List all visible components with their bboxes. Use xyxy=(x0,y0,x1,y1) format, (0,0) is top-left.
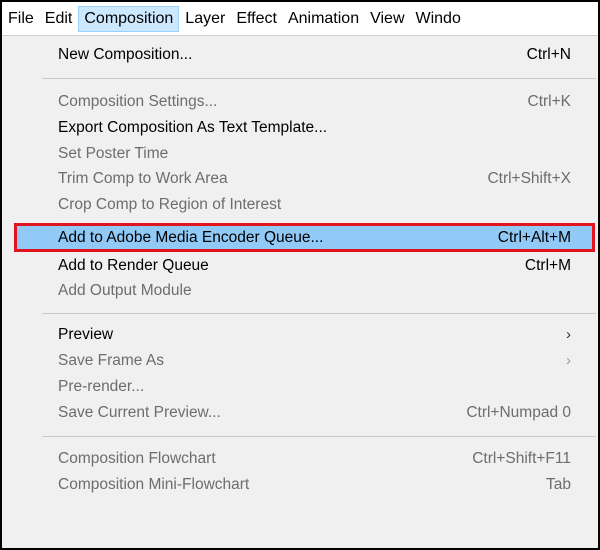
menu-item-label: Export Composition As Text Template... xyxy=(58,119,328,136)
menu-item-label: Composition Flowchart xyxy=(58,450,216,467)
menu-separator xyxy=(42,78,596,79)
menu-item-add-to-media-encoder[interactable]: Add to Adobe Media Encoder Queue... Ctrl… xyxy=(58,226,571,250)
menu-effect[interactable]: Effect xyxy=(231,6,282,32)
menu-window[interactable]: Windo xyxy=(411,6,466,32)
composition-dropdown-menu: New Composition... Ctrl+N Composition Se… xyxy=(2,35,598,548)
menu-item-preview[interactable]: Preview › xyxy=(58,323,571,347)
menu-item-save-current-preview[interactable]: Save Current Preview... Ctrl+Numpad 0 xyxy=(58,401,571,425)
menu-item-pre-render[interactable]: Pre-render... xyxy=(58,375,571,399)
menu-item-shortcut: Ctrl+N xyxy=(526,46,571,63)
menu-view[interactable]: View xyxy=(365,6,409,32)
menu-item-label: Add to Render Queue xyxy=(58,257,209,274)
menu-edit[interactable]: Edit xyxy=(40,6,78,32)
menu-layer[interactable]: Layer xyxy=(180,6,230,32)
menu-item-label: Save Current Preview... xyxy=(58,404,221,421)
menu-item-shortcut: Ctrl+Shift+F11 xyxy=(472,450,571,467)
menu-item-label: New Composition... xyxy=(58,46,193,63)
menu-item-save-frame-as[interactable]: Save Frame As › xyxy=(58,349,571,373)
menu-item-label: Composition Settings... xyxy=(58,93,218,110)
menu-item-shortcut: Ctrl+M xyxy=(524,257,571,274)
menu-item-label: Composition Mini-Flowchart xyxy=(58,476,250,493)
menu-item-new-composition[interactable]: New Composition... Ctrl+N xyxy=(58,43,571,67)
menu-file[interactable]: File xyxy=(3,6,39,32)
menu-item-composition-mini-flowchart[interactable]: Composition Mini-Flowchart Tab xyxy=(58,473,571,497)
menu-separator xyxy=(42,436,596,437)
chevron-right-icon: › xyxy=(566,326,571,343)
menu-item-composition-flowchart[interactable]: Composition Flowchart Ctrl+Shift+F11 xyxy=(58,447,571,471)
menu-item-shortcut: Tab xyxy=(546,476,571,493)
menu-item-export-text-template[interactable]: Export Composition As Text Template... xyxy=(58,116,571,140)
menu-item-label: Pre-render... xyxy=(58,378,145,395)
chevron-right-icon: › xyxy=(566,352,571,369)
app-window: File Edit Composition Layer Effect Anima… xyxy=(0,0,600,550)
menu-item-shortcut: Ctrl+Shift+X xyxy=(487,170,571,187)
menu-separator xyxy=(42,313,596,314)
menu-item-add-output-module[interactable]: Add Output Module xyxy=(58,279,571,303)
menu-item-label: Crop Comp to Region of Interest xyxy=(58,196,282,213)
menu-item-shortcut: Ctrl+Numpad 0 xyxy=(466,404,571,421)
menu-item-label: Add Output Module xyxy=(58,282,192,299)
menu-animation[interactable]: Animation xyxy=(283,6,364,32)
menu-composition[interactable]: Composition xyxy=(78,5,180,32)
menu-item-shortcut: Ctrl+Alt+M xyxy=(497,229,571,246)
menu-item-add-to-render-queue[interactable]: Add to Render Queue Ctrl+M xyxy=(58,254,571,278)
menu-item-label: Trim Comp to Work Area xyxy=(58,170,228,187)
menu-item-label: Preview xyxy=(58,326,114,343)
menu-item-trim-comp[interactable]: Trim Comp to Work Area Ctrl+Shift+X xyxy=(58,167,571,191)
menu-item-label: Add to Adobe Media Encoder Queue... xyxy=(58,229,324,246)
menu-item-label: Save Frame As xyxy=(58,352,164,369)
menu-item-set-poster-time[interactable]: Set Poster Time xyxy=(58,142,571,166)
menu-item-label: Set Poster Time xyxy=(58,145,169,162)
menu-item-shortcut: Ctrl+K xyxy=(527,93,572,110)
menu-bar: File Edit Composition Layer Effect Anima… xyxy=(2,2,598,35)
menu-item-crop-comp[interactable]: Crop Comp to Region of Interest xyxy=(58,193,571,217)
menu-item-composition-settings[interactable]: Composition Settings... Ctrl+K xyxy=(58,90,571,114)
